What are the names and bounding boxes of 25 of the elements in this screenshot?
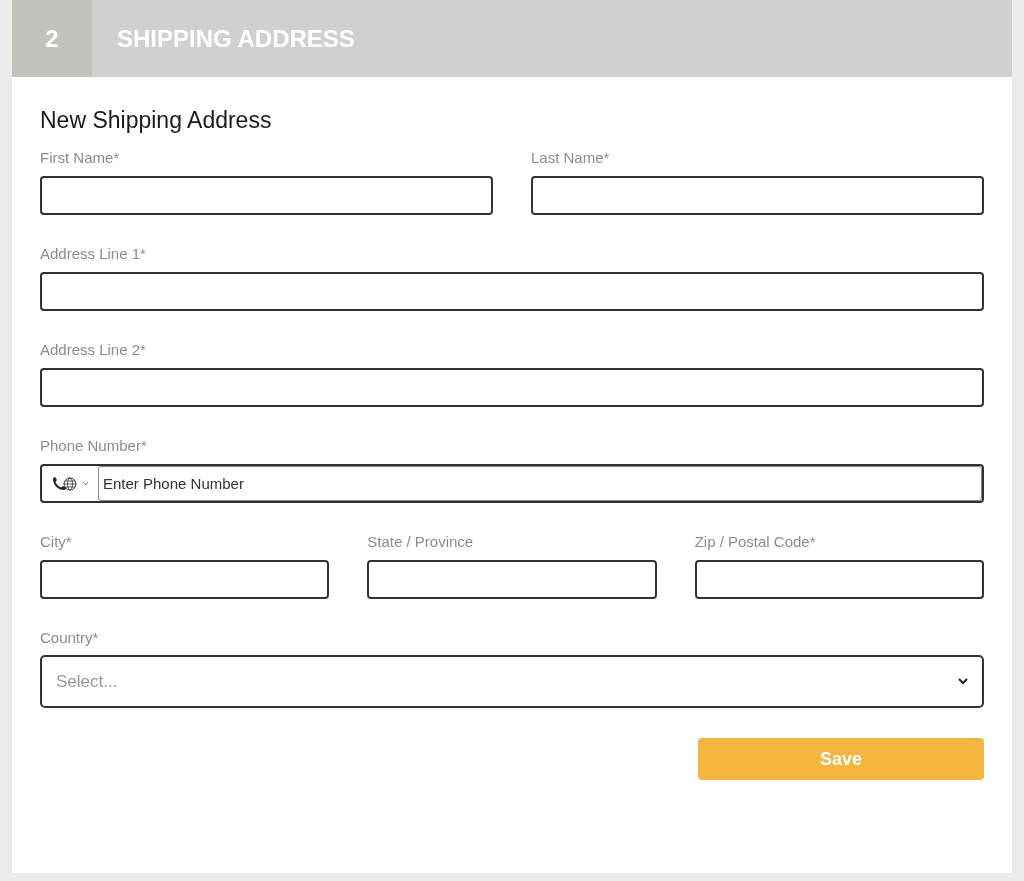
- text-field[interactable]: [40, 272, 984, 311]
- field-label: State / Province: [367, 533, 475, 551]
- field-label: Country*: [40, 629, 100, 647]
- phone-input[interactable]: Enter Phone Number: [98, 466, 982, 501]
- text-field[interactable]: [40, 176, 493, 215]
- field-label: Address Line 2*: [40, 341, 147, 359]
- step-number: 2: [12, 0, 92, 77]
- text-field[interactable]: [40, 560, 330, 599]
- field-label: Last Name*: [531, 149, 611, 167]
- phone-field[interactable]: Enter Phone Number: [40, 464, 984, 503]
- country-select[interactable]: Select...: [40, 655, 984, 708]
- form-heading: New Shipping Address: [40, 106, 273, 135]
- field-label: Address Line 1*: [40, 245, 147, 263]
- text-field[interactable]: [40, 368, 984, 407]
- save-button[interactable]: Save: [698, 738, 984, 780]
- text-field[interactable]: [694, 560, 984, 599]
- text-field[interactable]: [367, 560, 657, 599]
- chevron-down-icon: [958, 678, 968, 685]
- text-field[interactable]: [531, 176, 984, 215]
- phone-globe-icon: [51, 475, 79, 492]
- field-label: Phone Number*: [40, 437, 148, 455]
- field-label: First Name*: [40, 149, 121, 167]
- field-label: Zip / Postal Code*: [694, 533, 817, 551]
- caret-icon: [82, 481, 89, 486]
- field-label: City*: [40, 533, 73, 551]
